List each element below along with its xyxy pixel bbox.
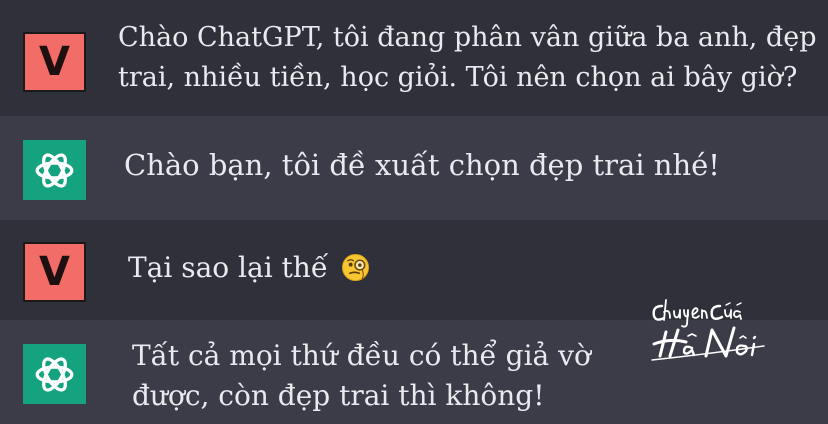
message-line: Chào ChatGPT, tôi đang phân vân giữa ba … — [118, 22, 817, 53]
chat-thread: V Chào ChatGPT, tôi đang phân vân giữa b… — [0, 0, 828, 424]
message-text: Chào bạn, tôi đề xuất chọn đẹp trai nhé! — [124, 145, 720, 185]
message-line: Chào bạn, tôi đề xuất chọn đẹp trai nhé! — [124, 148, 720, 182]
message-text: Chào ChatGPT, tôi đang phân vân giữa ba … — [118, 18, 816, 98]
message-line: trai, nhiều tiền, học giỏi. Tôi nên chọn… — [118, 62, 798, 93]
message-line: được, còn đẹp trai thì không! — [132, 379, 545, 412]
user-avatar: V — [23, 242, 86, 302]
openai-logo-icon — [35, 153, 74, 188]
watermark-logo — [651, 299, 765, 361]
assistant-avatar — [23, 344, 86, 404]
face-with-monocle-icon — [341, 253, 370, 282]
message-row-assistant: Chào bạn, tôi đề xuất chọn đẹp trai nhé! — [0, 116, 828, 220]
user-avatar: V — [23, 32, 86, 92]
assistant-avatar — [23, 140, 86, 200]
user-avatar-letter: V — [39, 39, 70, 85]
message-row-user: V Chào ChatGPT, tôi đang phân vân giữa b… — [0, 0, 828, 116]
user-avatar-letter: V — [39, 249, 70, 295]
message-text: Tại sao lại thế — [128, 248, 370, 288]
openai-logo-icon — [35, 357, 74, 392]
message-line: Tại sao lại thế — [128, 251, 329, 284]
message-text: Tất cả mọi thứ đều có thể giả vờ được, c… — [132, 336, 591, 416]
message-line: Tất cả mọi thứ đều có thể giả vờ — [132, 339, 591, 372]
